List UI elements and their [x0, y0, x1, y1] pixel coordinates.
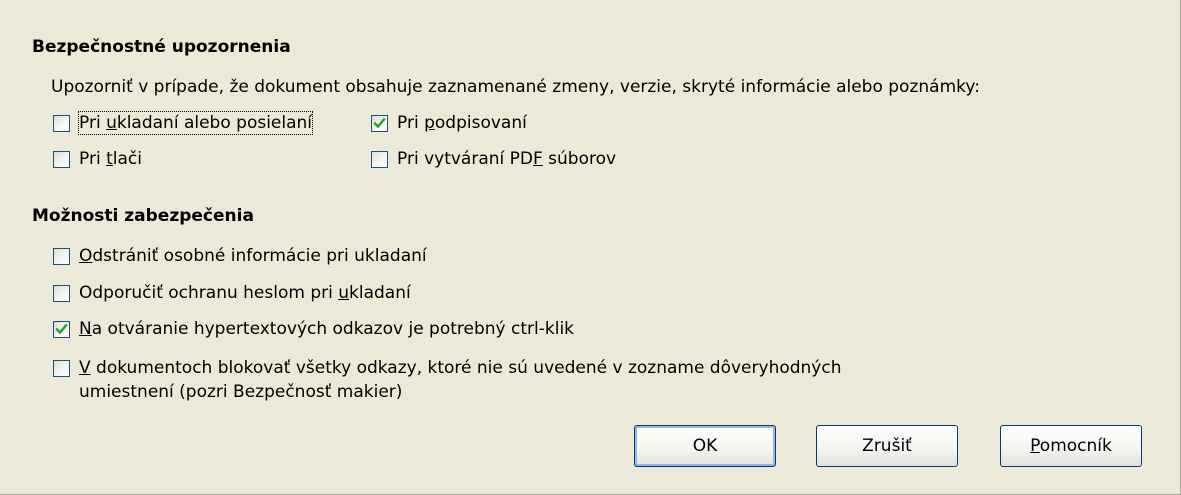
- button-label: OK: [692, 436, 718, 456]
- checkmark-icon: [373, 117, 386, 128]
- checkbox-box-checked[interactable]: [371, 114, 388, 132]
- checkbox-label: Pri vytváraní PDF súborov: [397, 149, 617, 169]
- warn-on-save-or-send-checkbox[interactable]: Pri ukladaní alebo posielaní: [53, 111, 314, 135]
- checkbox-box[interactable]: [371, 150, 388, 168]
- checkmark-icon: [55, 323, 68, 334]
- button-label: Pomocník: [1030, 436, 1112, 456]
- checkbox-box[interactable]: [53, 150, 70, 168]
- checkbox-label: Odstrániť osobné informácie pri ukladaní: [79, 246, 427, 266]
- block-untrusted-links-label-line2: umiestnení (pozri Bezpečnosť makier): [79, 382, 403, 402]
- checkbox-box[interactable]: [53, 247, 70, 265]
- checkbox-label: Pri tlači: [79, 149, 142, 169]
- warn-on-pdf-export-checkbox[interactable]: Pri vytváraní PDF súborov: [371, 148, 616, 170]
- security-options-heading: Možnosti zabezpečenia: [32, 206, 254, 226]
- checkbox-box[interactable]: [53, 359, 70, 377]
- security-warnings-heading: Bezpečnostné upozornenia: [32, 37, 291, 57]
- ok-button[interactable]: OK: [634, 425, 776, 467]
- security-warnings-description: Upozorniť v prípade, že dokument obsahuj…: [51, 77, 980, 97]
- checkbox-label: Pri ukladaní alebo posielaní: [77, 111, 314, 135]
- ctrl-click-hyperlinks-checkbox[interactable]: Na otváranie hypertextových odkazov je p…: [53, 318, 574, 340]
- security-options-dialog: Bezpečnostné upozornenia Upozorniť v prí…: [0, 0, 1181, 495]
- checkbox-label: Pri podpisovaní: [397, 113, 527, 133]
- warn-on-signing-checkbox[interactable]: Pri podpisovaní: [371, 112, 527, 134]
- checkbox-label: Odporučiť ochranu heslom pri ukladaní: [79, 283, 411, 303]
- checkbox-box[interactable]: [53, 114, 70, 132]
- checkbox-label: Na otváranie hypertextových odkazov je p…: [79, 319, 575, 339]
- help-button[interactable]: Pomocník: [1000, 425, 1142, 467]
- button-label: Zrušiť: [862, 436, 912, 456]
- checkbox-box-checked[interactable]: [53, 320, 70, 338]
- checkbox-box[interactable]: [53, 284, 70, 302]
- cancel-button[interactable]: Zrušiť: [816, 425, 958, 467]
- recommend-password-checkbox[interactable]: Odporučiť ochranu heslom pri ukladaní: [53, 282, 411, 304]
- warn-on-print-checkbox[interactable]: Pri tlači: [53, 148, 142, 170]
- block-untrusted-links-checkbox[interactable]: V dokumentoch blokovať všetky odkazy, kt…: [53, 357, 842, 379]
- checkbox-label: V dokumentoch blokovať všetky odkazy, kt…: [79, 358, 842, 378]
- remove-personal-info-checkbox[interactable]: Odstrániť osobné informácie pri ukladaní: [53, 245, 427, 267]
